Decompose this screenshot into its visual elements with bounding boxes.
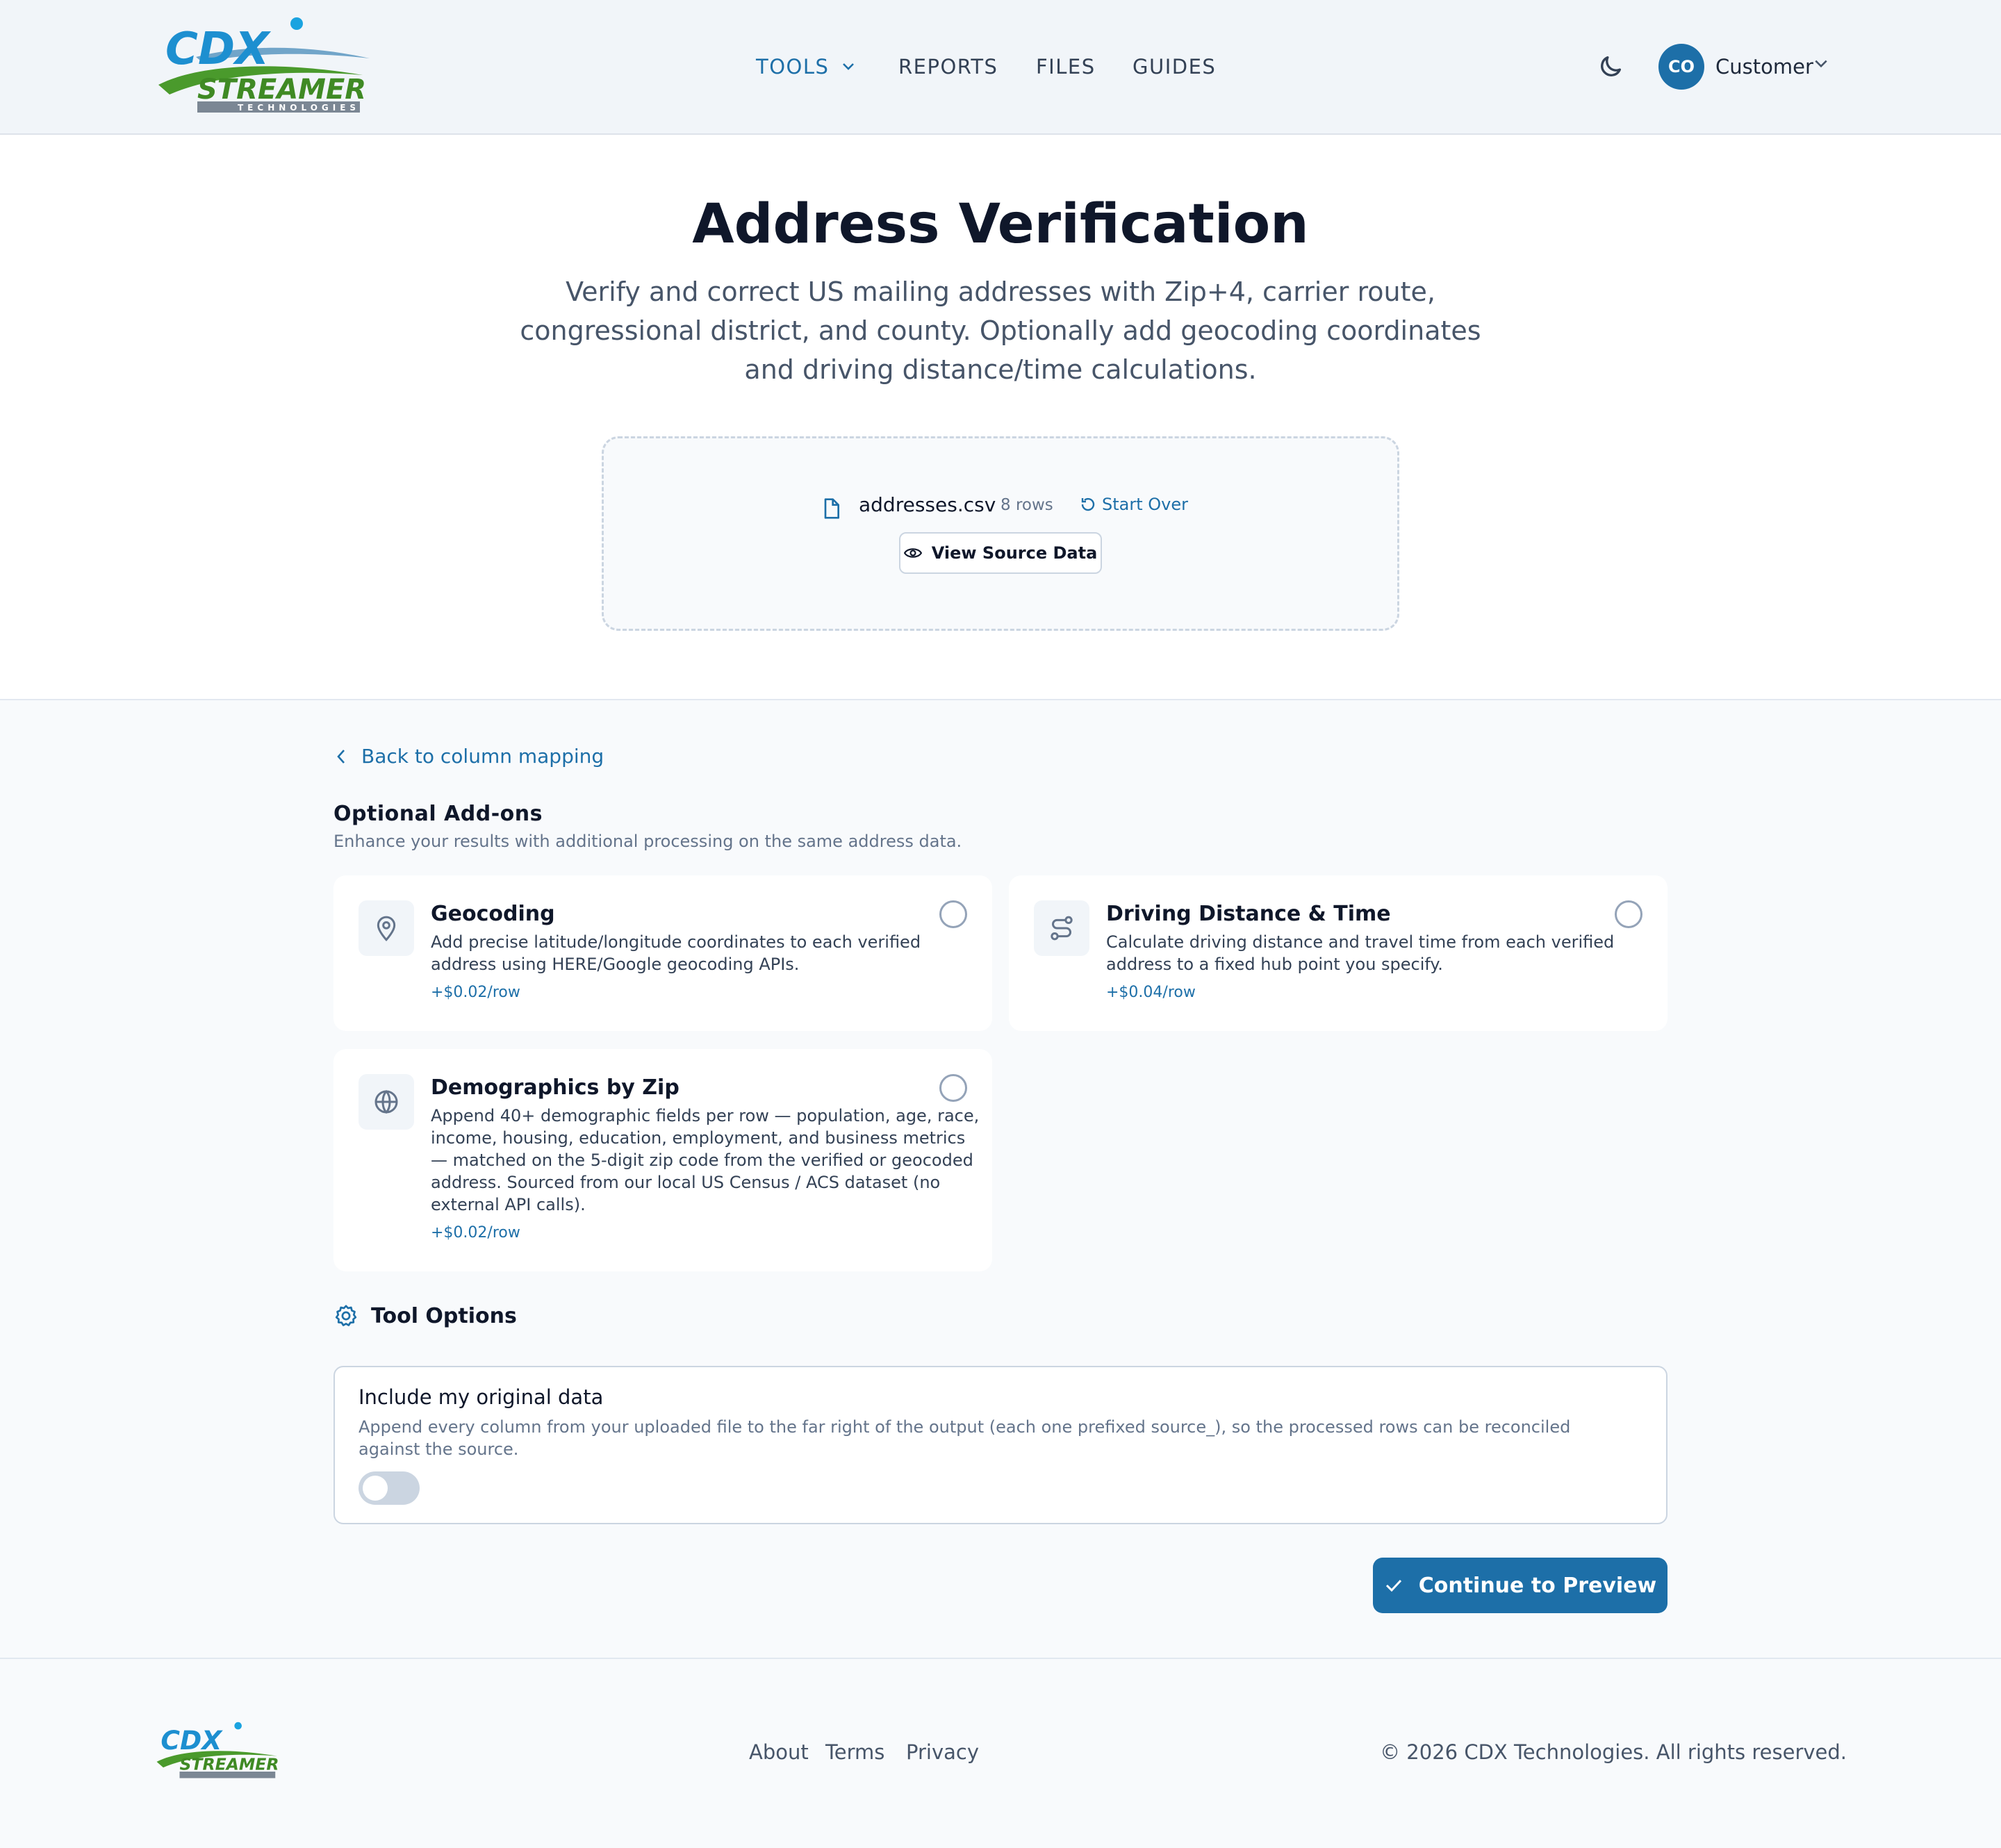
refresh-icon — [1081, 497, 1095, 511]
file-row-count: 8 rows — [1000, 496, 1053, 514]
addon-description: Calculate driving distance and travel ti… — [1106, 932, 1615, 974]
toggle-knob — [363, 1476, 388, 1501]
chevron-left-icon — [337, 749, 345, 764]
eye-icon — [903, 548, 922, 558]
option-description: Append every column from your uploaded f… — [359, 1417, 1571, 1459]
user-name[interactable]: Customer — [1715, 0, 1813, 133]
addon-card-geocoding[interactable]: Geocoding Add precise latitude/longitude… — [334, 875, 992, 1031]
start-over-label: Start Over — [1102, 495, 1188, 514]
user-avatar[interactable]: CO — [1658, 44, 1704, 90]
option-title: Include my original data — [359, 1385, 604, 1409]
logo-cdx-text: CDX — [165, 24, 271, 75]
file-icon — [820, 496, 842, 524]
gear-icon — [335, 1305, 357, 1326]
back-to-column-mapping-link[interactable]: Back to column mapping — [336, 745, 604, 768]
optional-addons-heading: Optional Add-ons — [334, 802, 543, 826]
footer-logo-streamer-text: STREAMER — [179, 1755, 279, 1774]
nav-reports[interactable]: REPORTS — [898, 0, 998, 133]
globe-icon — [359, 1074, 414, 1130]
user-menu-chevron-icon[interactable] — [1813, 58, 1829, 72]
dark-mode-toggle-moon-icon[interactable] — [1597, 53, 1624, 81]
addon-title: Geocoding — [431, 902, 555, 926]
include-original-data-option: Include my original data Append every co… — [334, 1366, 1668, 1524]
tool-options-heading: Tool Options — [334, 1303, 517, 1328]
addon-price: +$0.02/row — [431, 1224, 520, 1241]
page-subtitle: Verify and correct US mailing addresses … — [520, 277, 1481, 385]
view-source-data-button[interactable]: View Source Data — [899, 532, 1102, 574]
logo-tech-text: TECHNOLOGIES — [238, 103, 360, 113]
nav-files[interactable]: FILES — [1036, 0, 1096, 133]
optional-addons-subtitle: Enhance your results with additional pro… — [334, 832, 962, 851]
include-original-data-toggle[interactable] — [359, 1471, 420, 1505]
check-icon — [1385, 1579, 1401, 1592]
addon-radio[interactable] — [939, 900, 967, 928]
file-name: addresses.csv — [859, 493, 996, 516]
page-title: Address Verification — [692, 193, 1309, 256]
cdx-streamer-logo[interactable]: CDX STREAMER TECHNOLOGIES — [154, 17, 374, 115]
addon-card-driving-distance[interactable]: Driving Distance & Time Calculate drivin… — [1009, 875, 1668, 1031]
view-source-data-label: View Source Data — [931, 543, 1098, 563]
continue-to-preview-button[interactable]: Continue to Preview — [1373, 1558, 1668, 1613]
logo-streamer-text: STREAMER — [197, 74, 366, 106]
addon-price: +$0.02/row — [431, 984, 520, 1001]
back-link-label: Back to column mapping — [361, 745, 604, 768]
footer-link-about[interactable]: About — [749, 1740, 809, 1764]
nav-tools[interactable]: TOOLS — [756, 0, 855, 133]
addon-description: Append 40+ demographic fields per row — … — [431, 1106, 980, 1214]
addon-radio[interactable] — [1615, 900, 1642, 928]
addon-price: +$0.04/row — [1106, 984, 1196, 1001]
addon-description: Add precise latitude/longitude coordinat… — [431, 932, 921, 974]
footer-link-privacy[interactable]: Privacy — [906, 1740, 979, 1764]
addon-card-demographics[interactable]: Demographics by Zip Append 40+ demograph… — [334, 1049, 992, 1271]
addon-title: Demographics by Zip — [431, 1075, 680, 1100]
footer-logo-cdx-text: CDX — [160, 1725, 223, 1756]
nav-guides[interactable]: GUIDES — [1133, 0, 1216, 133]
addon-radio[interactable] — [939, 1074, 967, 1102]
start-over-button[interactable]: Start Over — [1080, 495, 1188, 514]
chevron-down-icon — [843, 63, 855, 70]
footer-link-terms[interactable]: Terms — [825, 1740, 884, 1764]
footer-logo[interactable]: CDX STREAMER — [154, 1722, 283, 1780]
tool-options-label: Tool Options — [371, 1303, 517, 1328]
nav-tools-label: TOOLS — [756, 55, 830, 79]
addon-title: Driving Distance & Time — [1106, 902, 1391, 926]
copyright-text: © 2026 CDX Technologies. All rights rese… — [1380, 1740, 1847, 1764]
map-pin-icon — [359, 900, 414, 956]
route-icon — [1034, 900, 1089, 956]
continue-label: Continue to Preview — [1418, 1573, 1657, 1598]
